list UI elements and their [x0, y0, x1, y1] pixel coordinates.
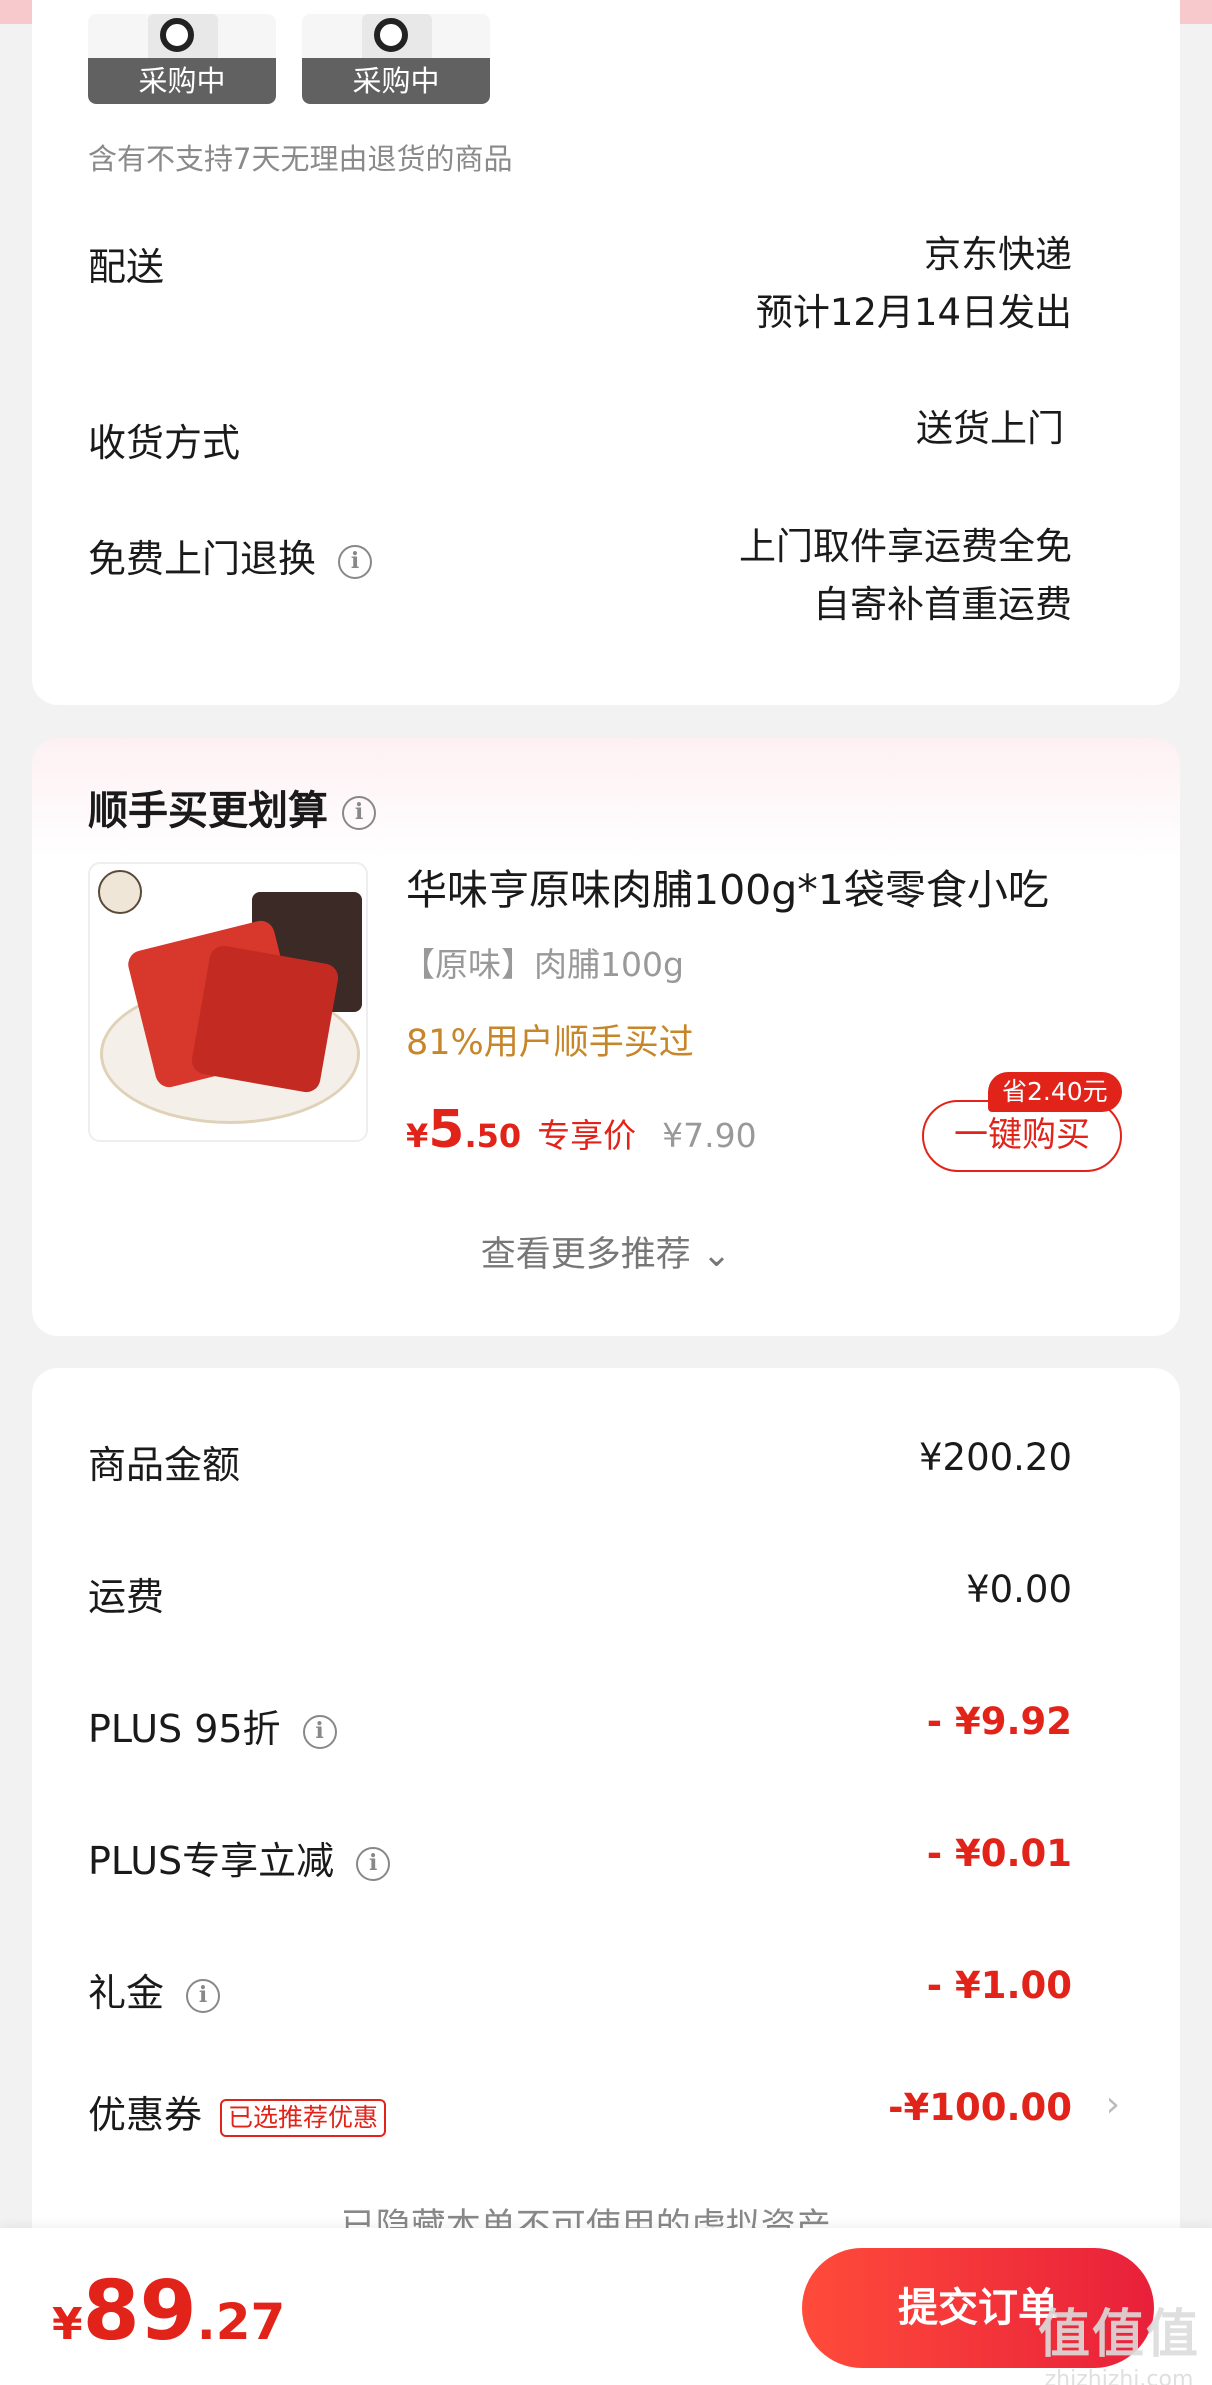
- more-recommendations-link[interactable]: 查看更多推荐 ⌄: [32, 1226, 1180, 1277]
- free-return-value: 上门取件享运费全免 自寄补首重运费: [739, 518, 1072, 634]
- price-integer: 5: [428, 1100, 465, 1160]
- goods-amount-label: 商品金额: [88, 1443, 241, 1487]
- price-symbol: ¥: [406, 1117, 429, 1155]
- recommended-coupon-badge: 已选推荐优惠: [220, 2098, 387, 2137]
- total-price: ¥89.27: [52, 2264, 285, 2359]
- save-badge: 省2.40元: [988, 1072, 1122, 1112]
- info-icon[interactable]: i: [302, 1714, 337, 1749]
- product-thumbnail[interactable]: 采购中: [88, 14, 276, 104]
- free-return-label: 免费上门退换 i: [88, 528, 373, 583]
- plus95-value: - ¥9.92: [926, 1700, 1072, 1743]
- product-image[interactable]: [88, 862, 368, 1142]
- gift-text: 礼金: [88, 1971, 165, 2015]
- plus95-label: PLUS 95折 i: [88, 1698, 337, 1753]
- info-icon[interactable]: i: [356, 1846, 391, 1881]
- gift-label: 礼金 i: [88, 1962, 221, 2017]
- coupon-text: 优惠券: [88, 2093, 203, 2137]
- original-price: ¥7.90: [662, 1116, 757, 1155]
- addon-title-text: 顺手买更划算: [88, 788, 328, 834]
- brand-logo-icon: [160, 18, 194, 52]
- receive-method-value[interactable]: 送货上门: [916, 400, 1064, 458]
- plus95-text: PLUS 95折: [88, 1707, 281, 1751]
- purchasing-status: 采购中: [88, 58, 276, 104]
- total-decimal: .27: [196, 2293, 286, 2351]
- free-return-line1: 上门取件享运费全免: [739, 525, 1072, 568]
- watermark-mark: 值值值: [1037, 2305, 1200, 2365]
- delivery-card: 采购中 采购中 含有不支持7天无理由退货的商品 配送 京东快递 预计12月14日…: [32, 0, 1180, 705]
- site-watermark: 值值值 zhizhizhi.com: [1038, 2292, 1200, 2385]
- gift-value: - ¥1.00: [926, 1964, 1072, 2007]
- product-price: ¥5.50 专享价 ¥7.90: [406, 1100, 757, 1160]
- social-proof: 81%用户顺手买过: [406, 1023, 694, 1063]
- plus-reduce-text: PLUS专享立减: [88, 1839, 335, 1883]
- free-return-line2: 自寄补首重运费: [813, 583, 1072, 626]
- return-policy-note: 含有不支持7天无理由退货的商品: [88, 142, 513, 176]
- exclusive-price-tag: 专享价: [537, 1116, 637, 1155]
- info-icon[interactable]: i: [342, 796, 376, 830]
- coupon-value[interactable]: -¥100.00: [888, 2086, 1072, 2129]
- free-return-text: 免费上门退换: [88, 537, 317, 581]
- shipping-value: ¥0.00: [966, 1568, 1072, 1611]
- product-title[interactable]: 华味亨原味肉脯100g*1袋零食小吃: [406, 856, 1049, 916]
- plus-reduce-label: PLUS专享立减 i: [88, 1830, 391, 1885]
- chevron-right-icon[interactable]: ›: [1106, 2084, 1120, 2125]
- coupon-label[interactable]: 优惠券 已选推荐优惠: [88, 2084, 387, 2139]
- receive-method-label: 收货方式: [88, 421, 241, 465]
- jerky-shape: [189, 943, 341, 1095]
- checkout-bar: ¥89.27 提交订单: [0, 2228, 1212, 2385]
- plus-reduce-value: - ¥0.01: [926, 1832, 1072, 1875]
- info-icon[interactable]: i: [186, 1978, 221, 2013]
- product-spec[interactable]: 【原味】肉脯100g: [402, 938, 684, 986]
- product-thumbnail[interactable]: 采购中: [302, 14, 490, 104]
- delivery-eta: 预计12月14日发出: [755, 291, 1072, 334]
- watermark-domain: zhizhizhi.com: [1044, 2367, 1194, 2385]
- total-integer: 89: [82, 2264, 197, 2359]
- addon-recommendation-card: 顺手买更划算 i 华味亨原味肉脯100g*1袋零食小吃 【原味】肉脯100g 81…: [32, 738, 1180, 1336]
- shipping-label: 运费: [88, 1575, 165, 1619]
- purchasing-status: 采购中: [302, 58, 490, 104]
- delivery-label: 配送: [88, 245, 165, 289]
- info-icon[interactable]: i: [338, 544, 373, 579]
- total-symbol: ¥: [52, 2299, 83, 2350]
- addon-title: 顺手买更划算 i: [88, 778, 376, 836]
- price-decimal: .50: [464, 1117, 522, 1155]
- brand-logo-icon: [98, 870, 142, 914]
- delivery-value[interactable]: 京东快递 预计12月14日发出: [756, 226, 1072, 342]
- delivery-carrier: 京东快递: [924, 233, 1072, 276]
- goods-amount-value: ¥200.20: [918, 1436, 1072, 1479]
- brand-logo-icon: [374, 18, 408, 52]
